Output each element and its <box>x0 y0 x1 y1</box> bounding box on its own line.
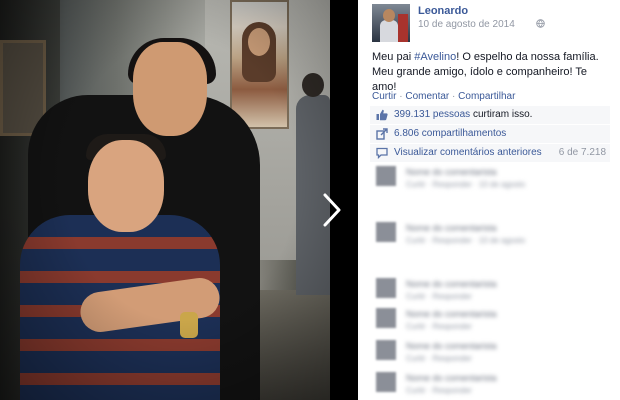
comment-item: Nome do comentarista Curtir · Responder … <box>376 164 616 194</box>
comment-item: Nome do comentarista Curtir · Responder <box>376 276 616 306</box>
comment-icon <box>376 147 388 159</box>
comment-avatar[interactable] <box>376 372 396 392</box>
post-date[interactable]: 10 de agosto de 2014 <box>418 19 515 30</box>
caption-hashtag[interactable]: #Avelino <box>414 51 456 63</box>
comment-avatar[interactable] <box>376 278 396 298</box>
likes-text: 399.131 pessoas curtiram isso. <box>394 109 532 120</box>
shares-row: 6.806 compartilhamentos <box>370 125 610 143</box>
caption-text-start: Meu pai <box>372 51 415 63</box>
action-separator: · <box>452 91 456 102</box>
likes-count-link[interactable]: 399.131 pessoas <box>394 109 470 120</box>
chevron-right-icon <box>323 193 341 227</box>
comment-link[interactable]: Comentar <box>405 91 449 102</box>
post-actions: Curtir · Comentar · Compartilhar <box>372 91 515 102</box>
like-link[interactable]: Curtir <box>372 91 396 102</box>
shares-link[interactable]: 6.806 compartilhamentos <box>394 128 506 139</box>
comment-text: Nome do comentarista <box>406 223 497 233</box>
photo-viewer <box>0 0 358 400</box>
action-separator: · <box>399 91 403 102</box>
comment-text: Nome do comentarista <box>406 373 497 383</box>
comment-meta: Curtir · Responder <box>406 354 472 363</box>
comment-meta: Curtir · Responder <box>406 386 472 395</box>
comment-text: Nome do comentarista <box>406 309 497 319</box>
comment-avatar[interactable] <box>376 166 396 186</box>
comment-item: Nome do comentarista Curtir · Responder <box>376 306 616 336</box>
author-avatar[interactable] <box>372 4 410 42</box>
post-header: Leonardo 10 de agosto de 2014 <box>372 4 612 44</box>
likes-row: 399.131 pessoas curtiram isso. <box>370 106 610 124</box>
comment-counter: 6 de 7.218 <box>558 147 606 158</box>
post-caption: Meu pai #Avelino! O espelho da nossa fam… <box>372 50 612 95</box>
comment-meta: Curtir · Responder · 10 de agosto <box>406 180 526 189</box>
view-previous-row: Visualizar comentários anteriores 6 de 7… <box>370 144 610 162</box>
share-icon <box>376 128 388 140</box>
comment-meta: Curtir · Responder <box>406 322 472 331</box>
author-name[interactable]: Leonardo <box>418 5 468 17</box>
comment-meta: Curtir · Responder <box>406 292 472 301</box>
comment-text: Nome do comentarista <box>406 167 497 177</box>
avatar-head <box>383 9 395 22</box>
likes-suffix: curtiram isso. <box>470 109 533 120</box>
comment-text: Nome do comentarista <box>406 341 497 351</box>
comment-text: Nome do comentarista <box>406 279 497 289</box>
comment-item: Nome do comentarista Curtir · Responder <box>376 370 616 400</box>
next-photo-button[interactable] <box>318 190 346 230</box>
photo-vignette <box>0 0 330 400</box>
avatar-bg <box>398 14 408 42</box>
post-photo[interactable] <box>0 0 330 400</box>
comment-meta: Curtir · Responder · 10 de agosto <box>406 236 526 245</box>
share-link[interactable]: Compartilhar <box>458 91 515 102</box>
globe-icon <box>536 19 545 28</box>
thumbs-up-icon <box>376 109 388 121</box>
comment-avatar[interactable] <box>376 340 396 360</box>
comment-avatar[interactable] <box>376 308 396 328</box>
view-previous-comments-link[interactable]: Visualizar comentários anteriores <box>394 147 542 158</box>
comment-item: Nome do comentarista Curtir · Responder … <box>376 220 616 250</box>
avatar-body <box>380 20 398 42</box>
comment-item: Nome do comentarista Curtir · Responder <box>376 338 616 368</box>
comment-avatar[interactable] <box>376 222 396 242</box>
